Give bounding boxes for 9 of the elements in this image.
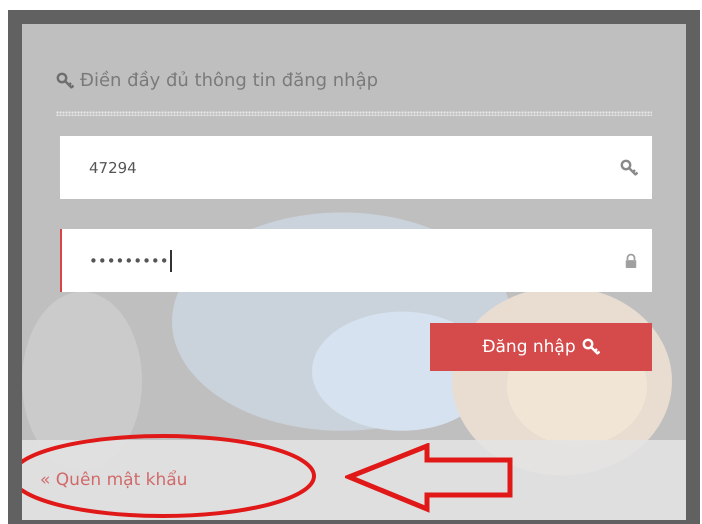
arrow-icon — [345, 443, 515, 513]
key-icon — [620, 158, 638, 176]
key-icon — [56, 72, 74, 90]
form-heading: Điền đầy đủ thông tin đăng nhập — [80, 70, 378, 91]
login-button[interactable]: Đăng nhập — [430, 323, 652, 371]
username-field[interactable]: 47294 — [60, 136, 652, 199]
key-icon — [582, 338, 600, 356]
password-field[interactable]: ••••••••• — [60, 229, 652, 292]
lock-icon — [624, 252, 638, 268]
